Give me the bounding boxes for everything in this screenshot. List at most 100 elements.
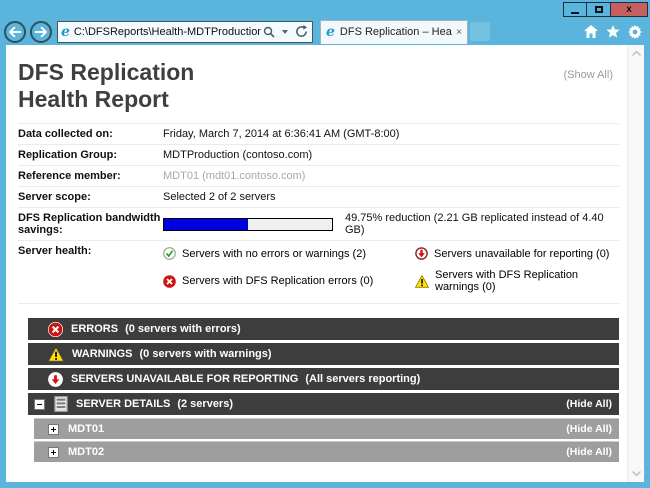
- browser-tab[interactable]: e DFS Replication – Health Re... ×: [320, 20, 468, 44]
- health-item-text: Servers with DFS Replication errors (0): [182, 275, 373, 287]
- field-label: Reference member:: [18, 170, 163, 182]
- bandwidth-value: 49.75% reduction (2.21 GB replicated ins…: [163, 212, 619, 236]
- maximize-button[interactable]: [587, 2, 611, 17]
- section-server-details[interactable]: SERVER DETAILS (2 servers) (Hide All): [28, 393, 619, 415]
- new-tab-button[interactable]: [470, 22, 490, 41]
- page-viewport: DFS Replication Health Report (Show All)…: [6, 45, 644, 482]
- page-title-line2: Health Report: [18, 86, 619, 113]
- field-value: MDTProduction (contoso.com): [163, 149, 312, 161]
- tab-ie-icon: e: [326, 25, 335, 39]
- unavailable-icon: [415, 247, 428, 260]
- back-arrow-icon: [9, 27, 21, 37]
- ok-icon: [163, 247, 176, 260]
- section-title: WARNINGS: [72, 348, 133, 360]
- navigation-bar: e C:\DFSReports\Health-MDTProduction-07M…: [0, 18, 650, 45]
- unavailable-icon: [48, 372, 63, 387]
- home-icon[interactable]: [584, 25, 598, 38]
- field-label: Server health:: [18, 245, 163, 257]
- health-item-ok: Servers with no errors or warnings (2): [163, 247, 415, 260]
- warning-icon: [48, 347, 64, 362]
- field-row-server-scope: Server scope: Selected 2 of 2 servers: [18, 187, 619, 208]
- scroll-up-button[interactable]: [628, 45, 645, 62]
- server-name: MDT02: [68, 446, 104, 458]
- bandwidth-bar-fill: [164, 219, 248, 230]
- page-title-line1: DFS Replication: [18, 59, 619, 86]
- health-item-warnings: Servers with DFS Replication warnings (0…: [415, 269, 619, 293]
- address-url[interactable]: C:\DFSReports\Health-MDTProduction-07Ma: [74, 26, 261, 38]
- field-label: Data collected on:: [18, 128, 163, 140]
- health-item-unavailable: Servers unavailable for reporting (0): [415, 247, 619, 260]
- field-row-bandwidth: DFS Replication bandwidth savings: 49.75…: [18, 208, 619, 241]
- address-bar[interactable]: e C:\DFSReports\Health-MDTProduction-07M…: [57, 21, 313, 43]
- show-all-link[interactable]: (Show All): [563, 69, 613, 81]
- server-health-grid: Servers with no errors or warnings (2) S…: [163, 245, 619, 299]
- refresh-icon: [295, 25, 308, 38]
- health-item-errors: Servers with DFS Replication errors (0): [163, 269, 415, 293]
- window-controls: x: [563, 2, 648, 17]
- hide-all-link[interactable]: (Hide All): [566, 398, 612, 410]
- field-label: DFS Replication bandwidth savings:: [18, 212, 163, 236]
- title-bar[interactable]: x: [0, 0, 650, 18]
- field-row-data-collected: Data collected on: Friday, March 7, 2014…: [18, 124, 619, 145]
- health-item-text: Servers unavailable for reporting (0): [434, 248, 609, 260]
- chevron-down-icon: [632, 471, 641, 476]
- field-value: Friday, March 7, 2014 at 6:36:41 AM (GMT…: [163, 128, 399, 140]
- ie-window: x e C:\DFSReports\Health-MDTProduction-0…: [0, 0, 650, 488]
- section-count: (0 servers with warnings): [140, 348, 272, 360]
- section-count: (2 servers): [177, 398, 233, 410]
- tab-close-icon[interactable]: ×: [456, 27, 462, 38]
- health-item-text: Servers with DFS Replication warnings (0…: [435, 269, 619, 293]
- health-item-text: Servers with no errors or warnings (2): [182, 248, 366, 260]
- section-count: (All servers reporting): [305, 373, 420, 385]
- server-row-mdt02[interactable]: MDT02 (Hide All): [34, 441, 619, 462]
- bandwidth-progress-bar: [163, 218, 333, 231]
- browser-action-icons: [584, 25, 642, 39]
- forward-button[interactable]: [30, 21, 52, 43]
- section-title: ERRORS: [71, 323, 118, 335]
- favorites-star-icon[interactable]: [606, 25, 620, 38]
- close-button[interactable]: x: [611, 2, 648, 17]
- forward-arrow-icon: [35, 27, 47, 37]
- report-fields: Data collected on: Friday, March 7, 2014…: [18, 123, 619, 304]
- report-sections: ERRORS (0 servers with errors) WARNINGS …: [28, 318, 619, 462]
- search-icon: [263, 26, 275, 38]
- expand-icon[interactable]: [48, 424, 59, 435]
- search-button[interactable]: [261, 22, 277, 42]
- server-row-mdt01[interactable]: MDT01 (Hide All): [34, 418, 619, 439]
- server-icon: [54, 396, 68, 412]
- field-row-replication-group: Replication Group: MDTProduction (contos…: [18, 145, 619, 166]
- address-dropdown-button[interactable]: [277, 22, 293, 42]
- field-row-reference-member: Reference member: MDT01 (mdt01.contoso.c…: [18, 166, 619, 187]
- back-button[interactable]: [4, 21, 26, 43]
- section-count: (0 servers with errors): [125, 323, 241, 335]
- minimize-icon: [571, 12, 579, 14]
- server-name: MDT01: [68, 423, 104, 435]
- section-warnings[interactable]: WARNINGS (0 servers with warnings): [28, 343, 619, 365]
- chevron-up-icon: [632, 51, 641, 56]
- page-ie-icon: e: [61, 25, 70, 39]
- maximize-icon: [595, 6, 603, 13]
- section-servers-unavailable[interactable]: SERVERS UNAVAILABLE FOR REPORTING (All s…: [28, 368, 619, 390]
- bandwidth-text: 49.75% reduction (2.21 GB replicated ins…: [345, 212, 619, 236]
- field-label: Replication Group:: [18, 149, 163, 161]
- expand-icon[interactable]: [48, 447, 59, 458]
- scroll-down-button[interactable]: [628, 465, 645, 482]
- section-title: SERVERS UNAVAILABLE FOR REPORTING: [71, 373, 298, 385]
- close-icon: x: [626, 5, 632, 15]
- field-row-server-health: Server health: Servers with no errors or…: [18, 241, 619, 304]
- error-icon: [163, 275, 176, 288]
- refresh-button[interactable]: [293, 22, 309, 42]
- section-errors[interactable]: ERRORS (0 servers with errors): [28, 318, 619, 340]
- section-title: SERVER DETAILS: [76, 398, 170, 410]
- hide-all-link[interactable]: (Hide All): [566, 446, 612, 458]
- hide-all-link[interactable]: (Hide All): [566, 423, 612, 435]
- settings-gear-icon[interactable]: [628, 25, 642, 39]
- field-value: Selected 2 of 2 servers: [163, 191, 276, 203]
- minimize-button[interactable]: [563, 2, 587, 17]
- collapse-icon[interactable]: [34, 399, 45, 410]
- vertical-scrollbar[interactable]: [627, 45, 644, 482]
- warning-icon: [415, 275, 429, 288]
- error-icon: [48, 322, 63, 337]
- page-title: DFS Replication Health Report: [18, 59, 619, 113]
- field-value: MDT01 (mdt01.contoso.com): [163, 170, 305, 182]
